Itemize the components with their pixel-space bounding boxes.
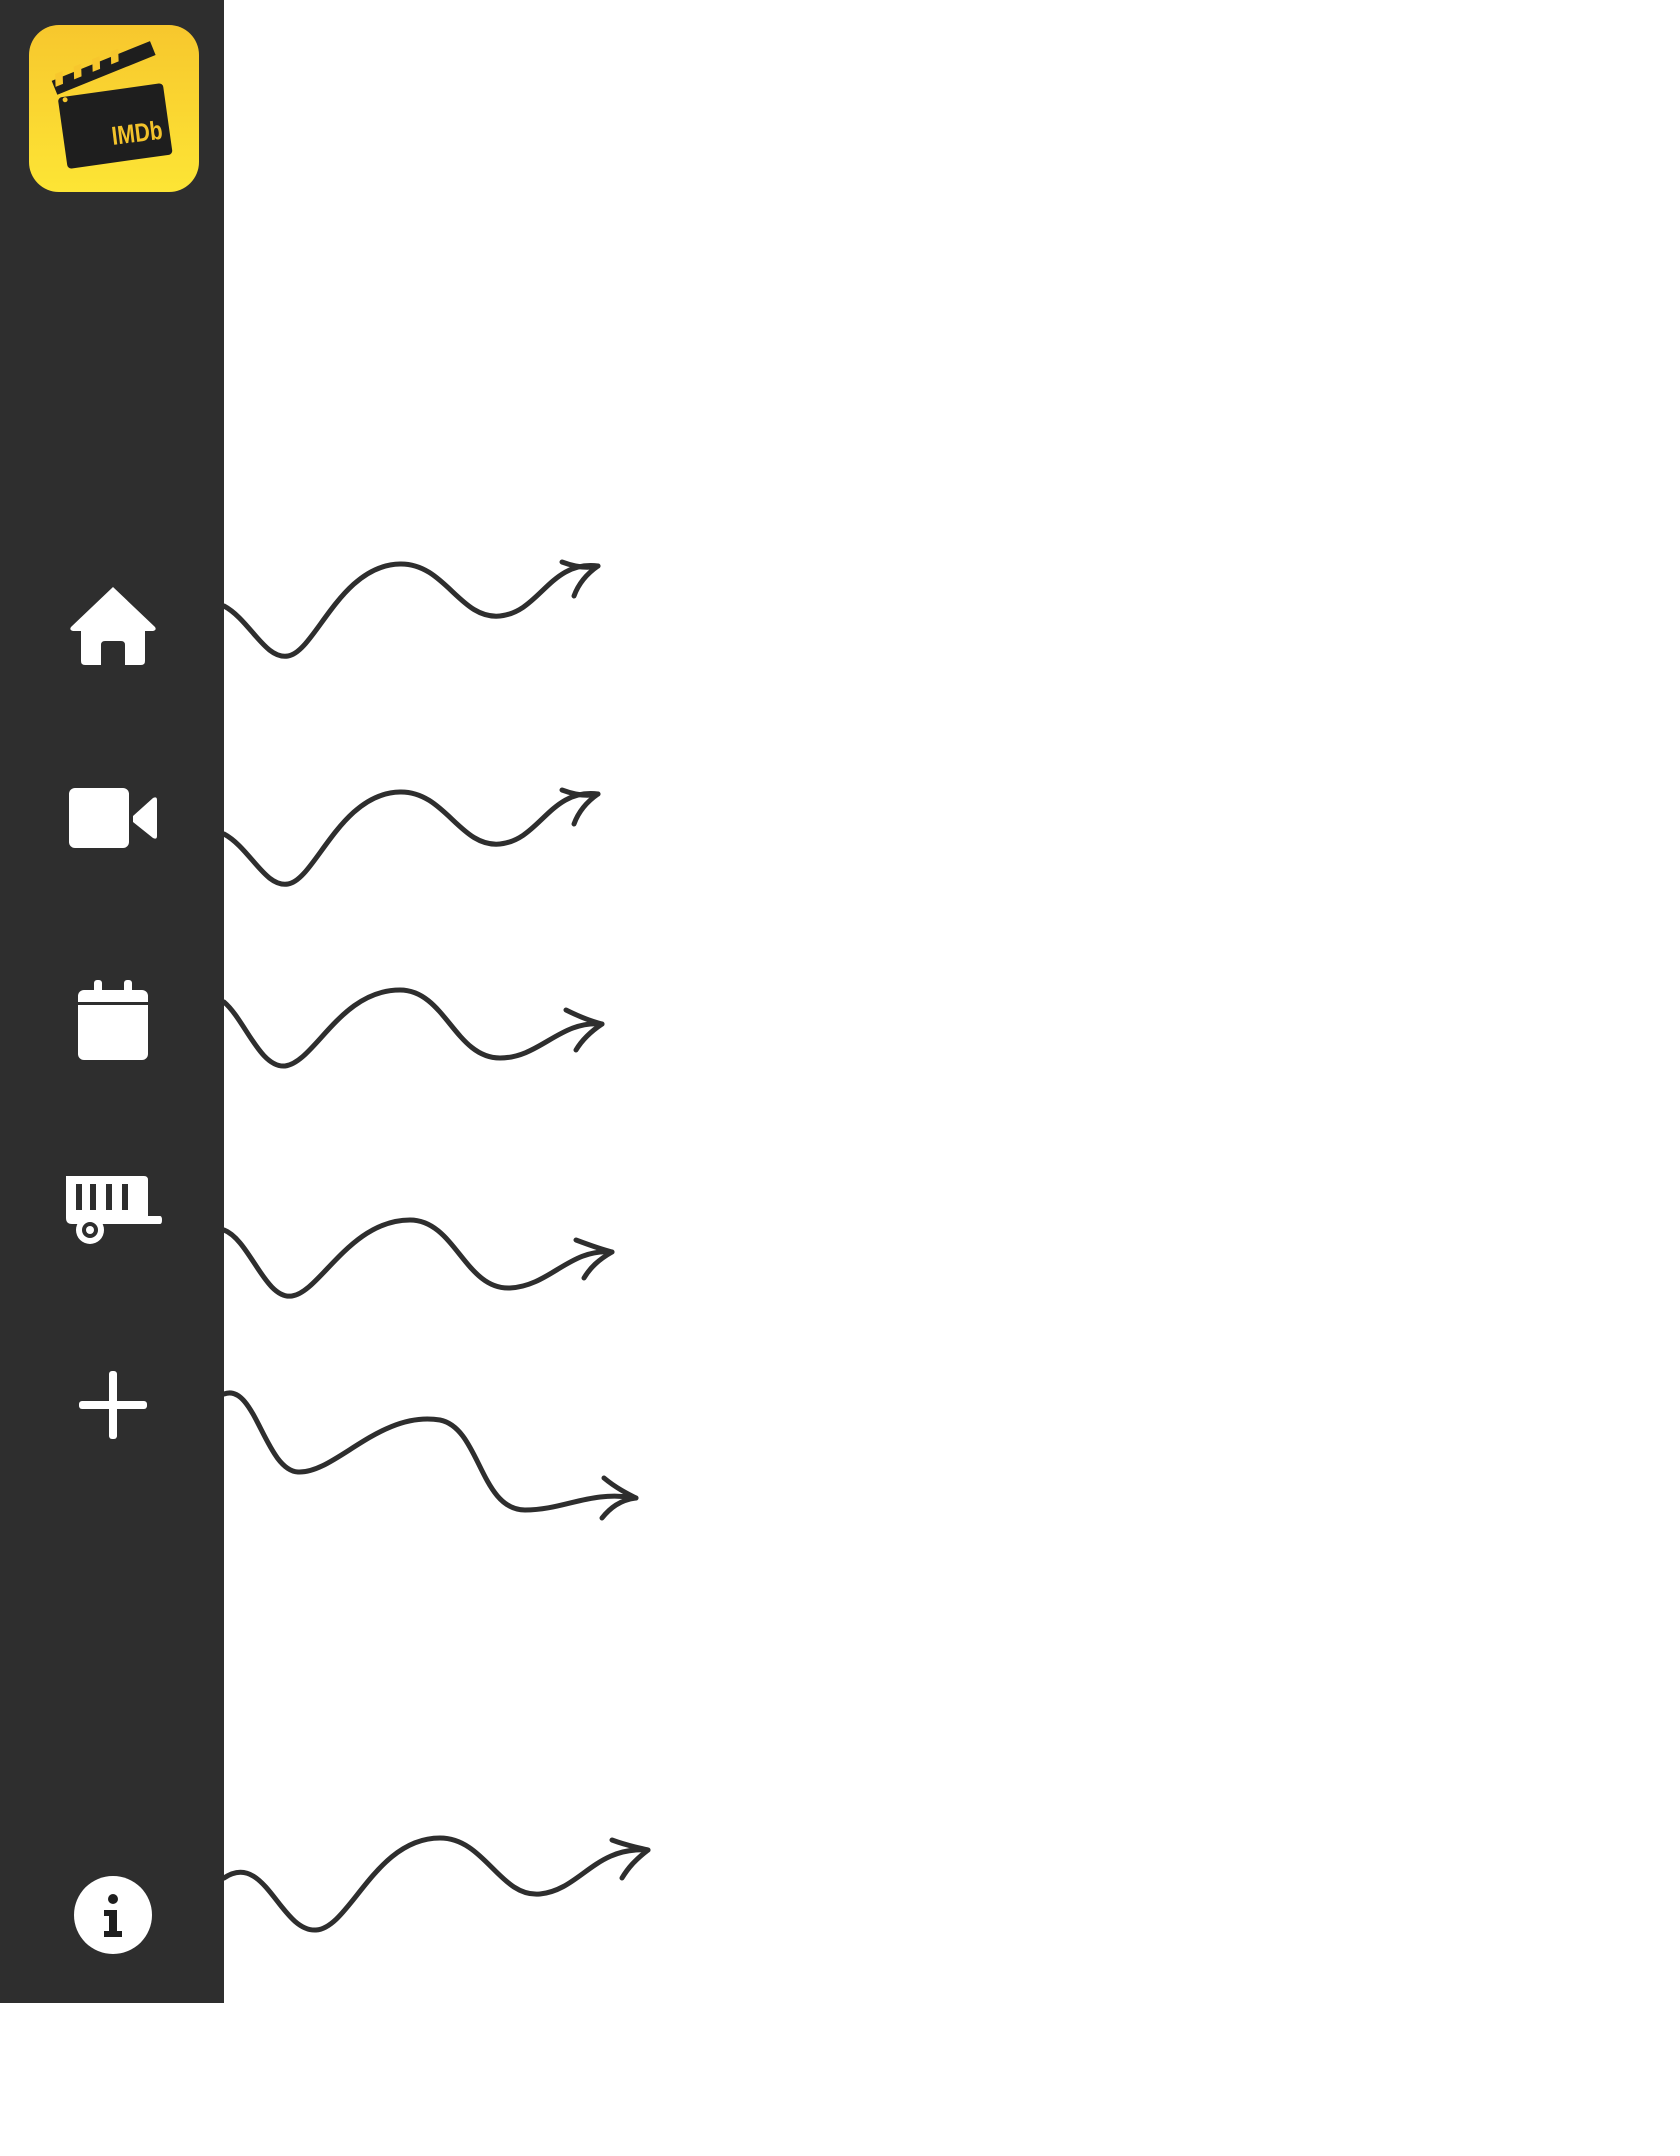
- arrow-videos-head: [559, 787, 601, 827]
- annotation-arrows: [221, 559, 651, 1933]
- arrow-videos: [221, 789, 601, 887]
- arrow-calendar: [221, 987, 605, 1069]
- arrow-home: [221, 561, 601, 659]
- arrow-info: [221, 1835, 651, 1933]
- arrow-info-head: [609, 1837, 651, 1881]
- arrow-home-head: [559, 559, 601, 599]
- arrow-trailers: [221, 1217, 615, 1299]
- arrow-add: [221, 1390, 639, 1513]
